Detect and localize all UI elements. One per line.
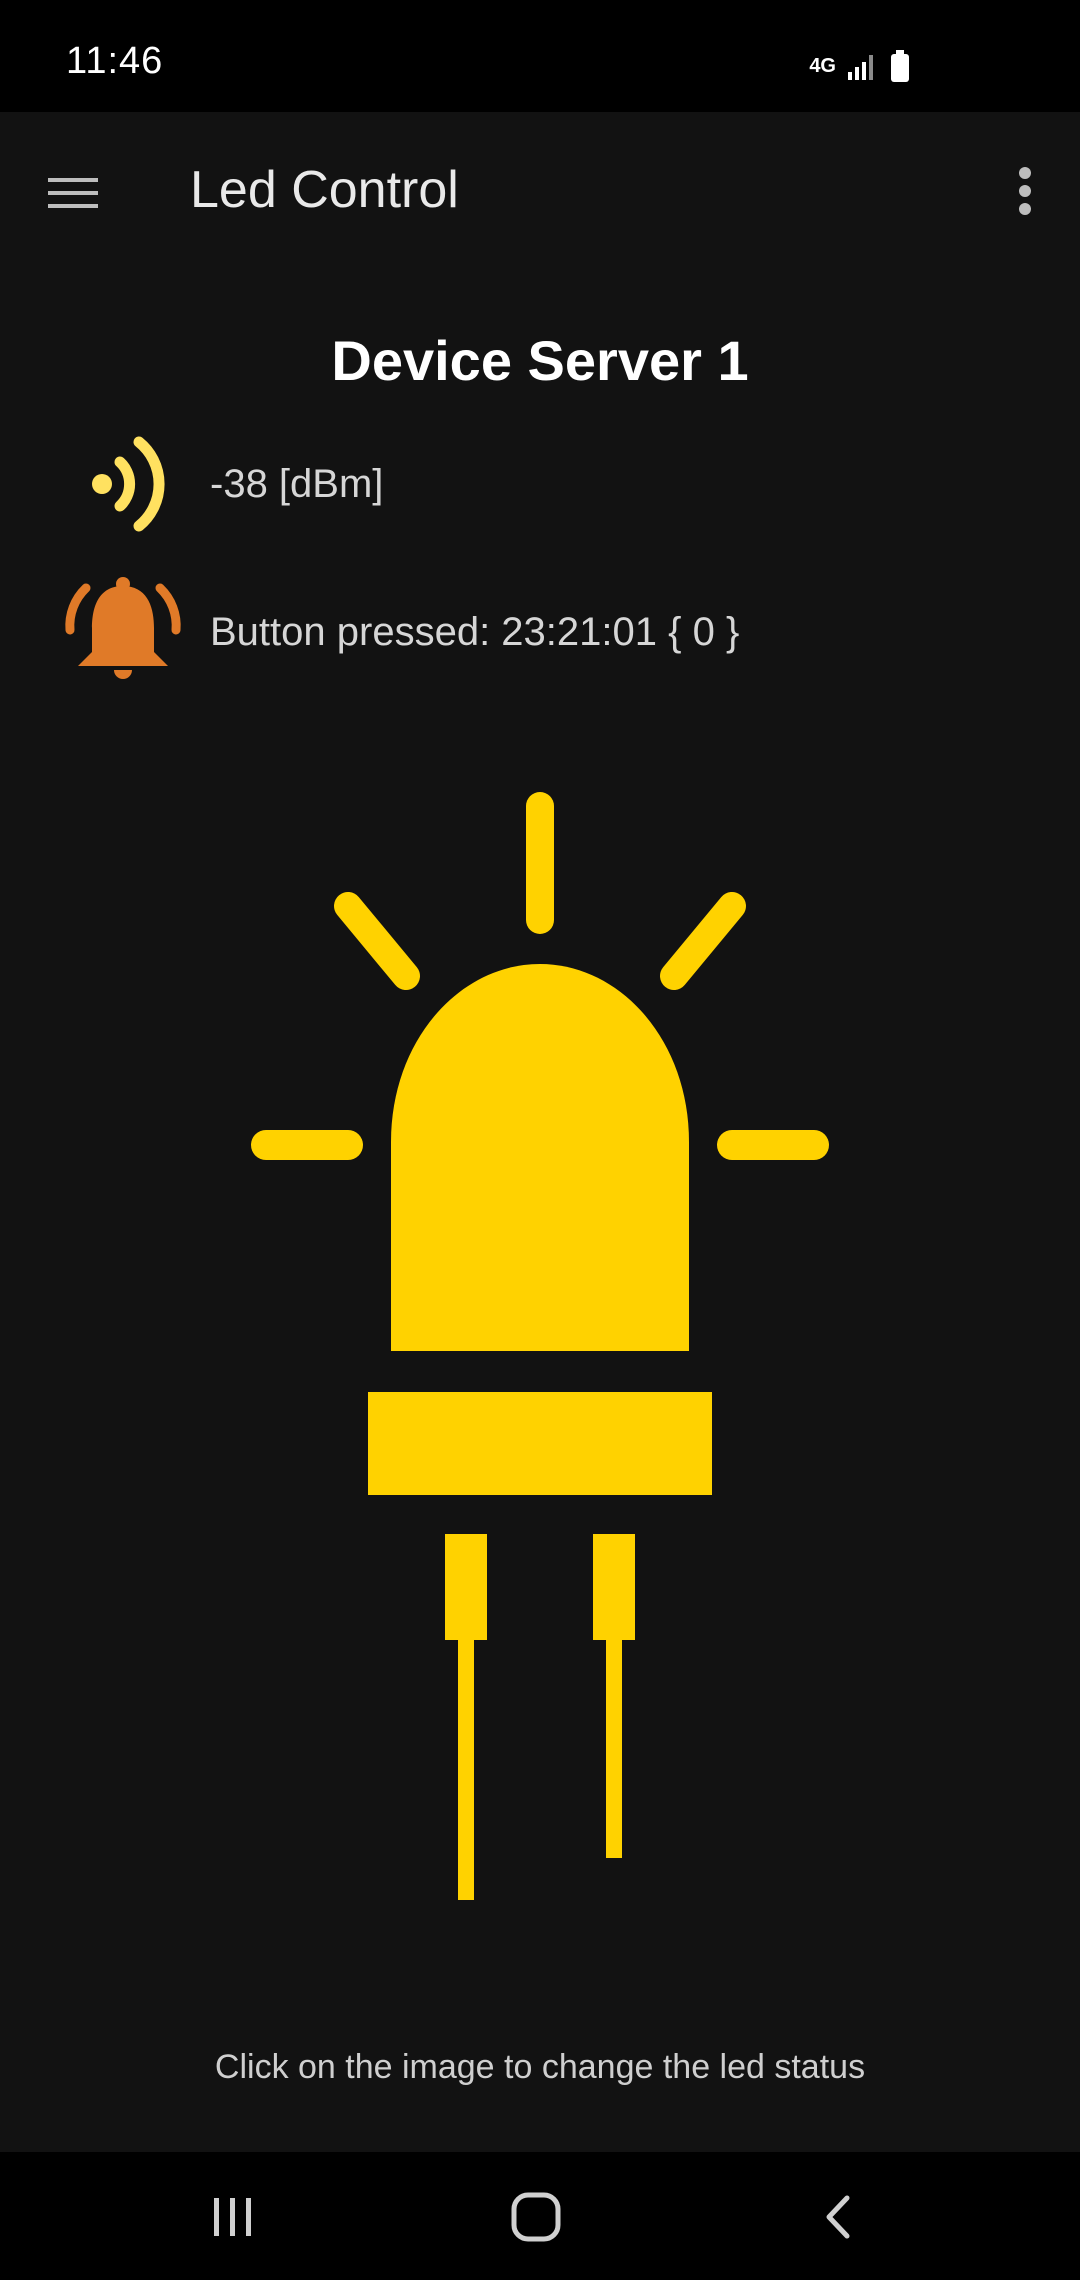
- led-on-icon: [251, 792, 829, 1900]
- hamburger-menu-button[interactable]: [38, 158, 108, 228]
- button-pressed-text: Button pressed: 23:21:01 { 0 }: [210, 610, 740, 654]
- back-button[interactable]: [778, 2182, 898, 2252]
- home-icon: [511, 2192, 561, 2242]
- overflow-menu-icon: [1019, 167, 1031, 215]
- screen: 11:46 4G Led Control Device Server 1 -38…: [0, 0, 1080, 2280]
- bell-alert-icon: [65, 577, 181, 679]
- home-button[interactable]: [476, 2182, 596, 2252]
- battery-icon: [891, 50, 909, 82]
- device-title: Device Server 1: [331, 329, 749, 392]
- recent-apps-button[interactable]: [173, 2182, 293, 2252]
- hamburger-menu-icon: [48, 178, 98, 208]
- status-time: 11:46: [66, 40, 164, 82]
- app-bar: Led Control: [0, 112, 1080, 262]
- back-icon: [826, 2195, 850, 2239]
- status-bar: 11:46 4G: [0, 0, 1080, 112]
- status-icons: 4G: [809, 50, 910, 82]
- signal-icon: [848, 55, 873, 80]
- signal-strength-text: -38 [dBm]: [210, 462, 384, 506]
- led-toggle-image[interactable]: [240, 780, 840, 1930]
- overflow-menu-button[interactable]: [1000, 158, 1050, 228]
- recent-apps-icon: [214, 2198, 251, 2236]
- wifi-signal-icon: [92, 436, 165, 532]
- app-title: Led Control: [190, 161, 459, 219]
- navigation-bar: [0, 2152, 1080, 2280]
- hint-text: Click on the image to change the led sta…: [214, 2048, 866, 2086]
- network-4g-icon: 4G: [809, 55, 836, 77]
